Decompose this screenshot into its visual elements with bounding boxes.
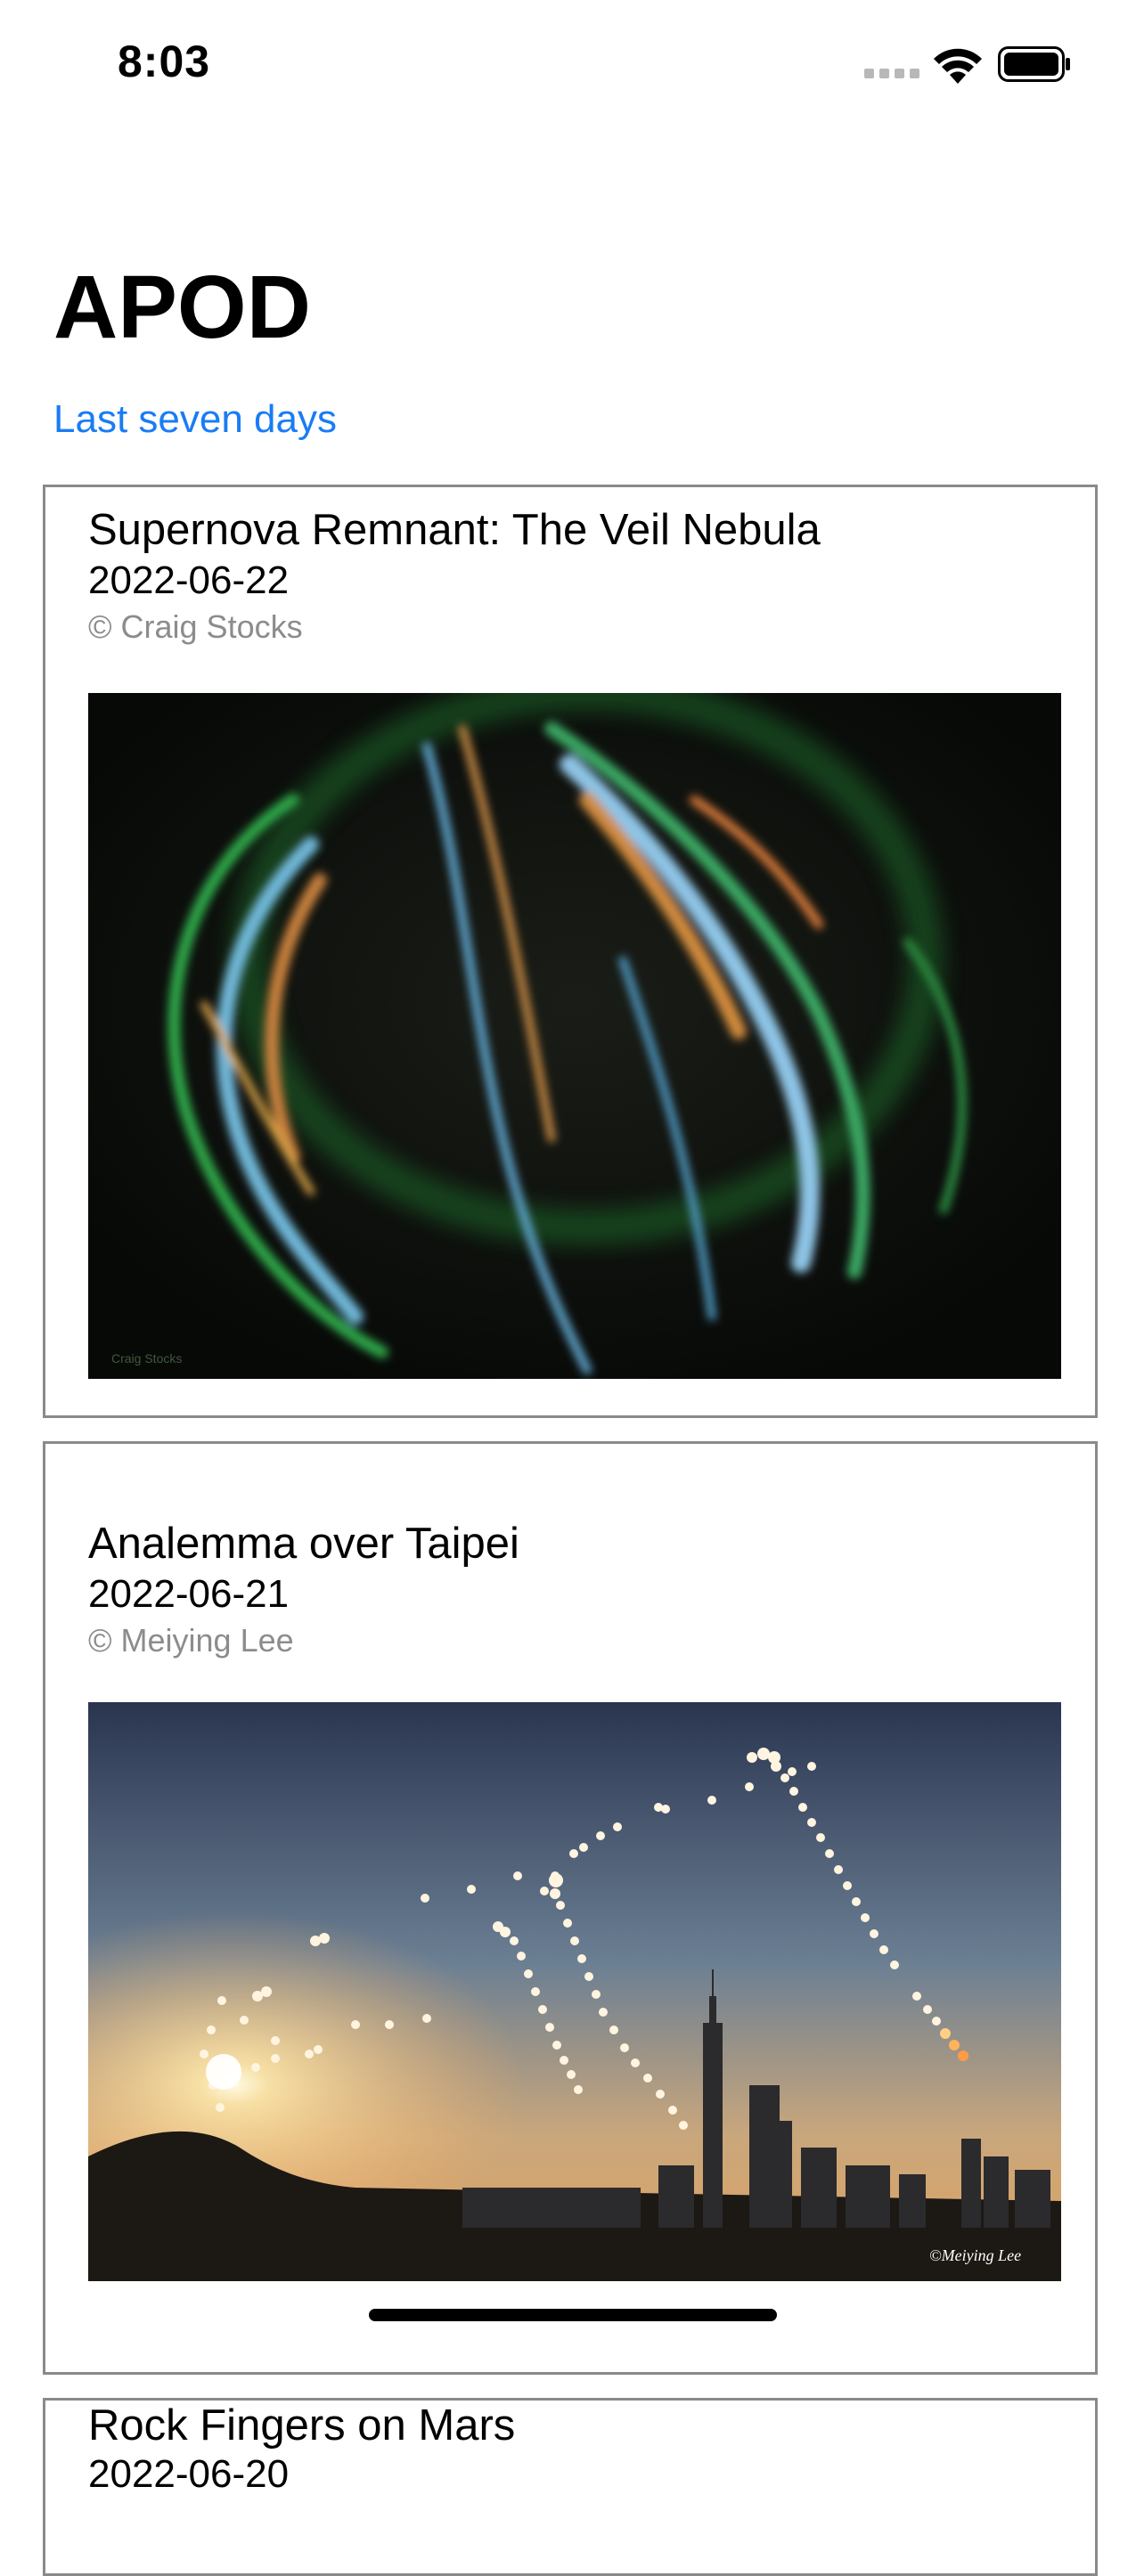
entry-date: 2022-06-22 — [88, 558, 290, 602]
battery-icon — [998, 46, 1070, 82]
entry-title: Rock Fingers on Mars — [88, 2401, 516, 2450]
home-indicator[interactable] — [369, 2309, 777, 2321]
entry-image[interactable]: Craig Stocks — [88, 693, 1061, 1379]
entry-title: Supernova Remnant: The Veil Nebula — [88, 506, 821, 554]
apod-card-rock-fingers[interactable]: Rock Fingers on Mars 2022-06-20 — [43, 2398, 1098, 2576]
wifi-icon — [934, 48, 982, 84]
image-watermark: ©Meiying Lee — [929, 2246, 1021, 2264]
status-time: 8:03 — [118, 37, 211, 86]
cellular-signal-icon — [864, 62, 919, 78]
entry-date: 2022-06-20 — [88, 2452, 290, 2496]
apod-card-veil-nebula[interactable]: Supernova Remnant: The Veil Nebula 2022-… — [43, 485, 1098, 1418]
entry-credit: © Meiying Lee — [88, 1622, 294, 1659]
entry-image[interactable]: ©Meiying Lee — [88, 1702, 1061, 2281]
apod-card-analemma-taipei[interactable]: Analemma over Taipei 2022-06-21 © Meiyin… — [43, 1441, 1098, 2375]
last-seven-days-link[interactable]: Last seven days — [53, 397, 337, 442]
entry-title: Analemma over Taipei — [88, 1520, 519, 1568]
status-bar: 8:03 — [0, 0, 1144, 125]
page-title: APOD — [53, 257, 311, 357]
entry-credit: © Craig Stocks — [88, 608, 303, 645]
entry-date: 2022-06-21 — [88, 1572, 290, 1616]
image-watermark: Craig Stocks — [111, 1351, 182, 1365]
